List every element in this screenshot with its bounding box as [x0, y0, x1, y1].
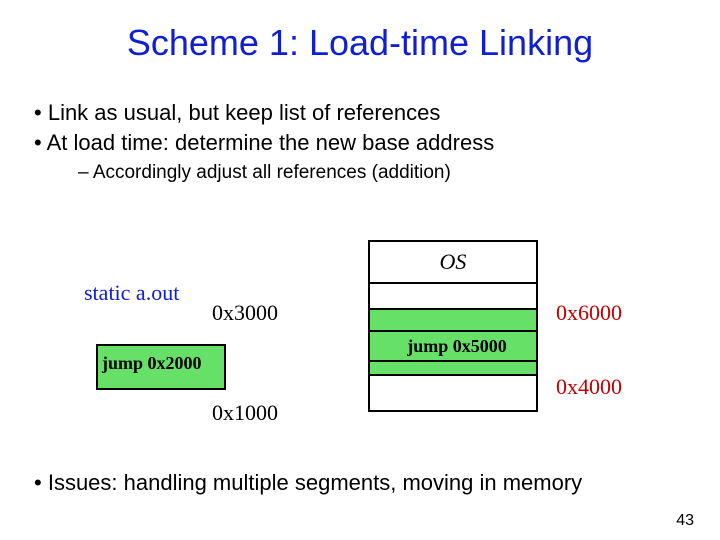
- left-addr-bottom: 0x1000: [212, 400, 278, 426]
- static-label: static a.out: [84, 280, 179, 306]
- loaded-segment-top: [368, 308, 538, 330]
- page-number: 43: [676, 512, 694, 530]
- left-addr-top: 0x3000: [212, 300, 278, 326]
- right-addr-6000: 0x6000: [556, 300, 622, 326]
- issues-bullet: Issues: handling multiple segments, movi…: [34, 470, 582, 496]
- gap-segment-2: [368, 374, 538, 412]
- diagram: static a.out 0x3000 jump 0x2000 0x1000 O…: [0, 240, 720, 470]
- left-jump-instr: jump 0x2000: [102, 353, 202, 374]
- os-segment: OS: [368, 240, 538, 282]
- sub-bullet: Accordingly adjust all references (addit…: [78, 162, 720, 184]
- right-jump-instr: jump 0x5000: [368, 330, 538, 360]
- right-addr-4000: 0x4000: [556, 374, 622, 400]
- bullet-1: Link as usual, but keep list of referenc…: [34, 100, 720, 126]
- memory-stack: OS jump 0x5000: [368, 240, 538, 412]
- bullet-list: Link as usual, but keep list of referenc…: [34, 100, 720, 184]
- slide-title: Scheme 1: Load-time Linking: [0, 0, 720, 74]
- loaded-segment-bottom: [368, 360, 538, 374]
- gap-segment-1: [368, 282, 538, 308]
- bullet-2: At load time: determine the new base add…: [34, 130, 720, 156]
